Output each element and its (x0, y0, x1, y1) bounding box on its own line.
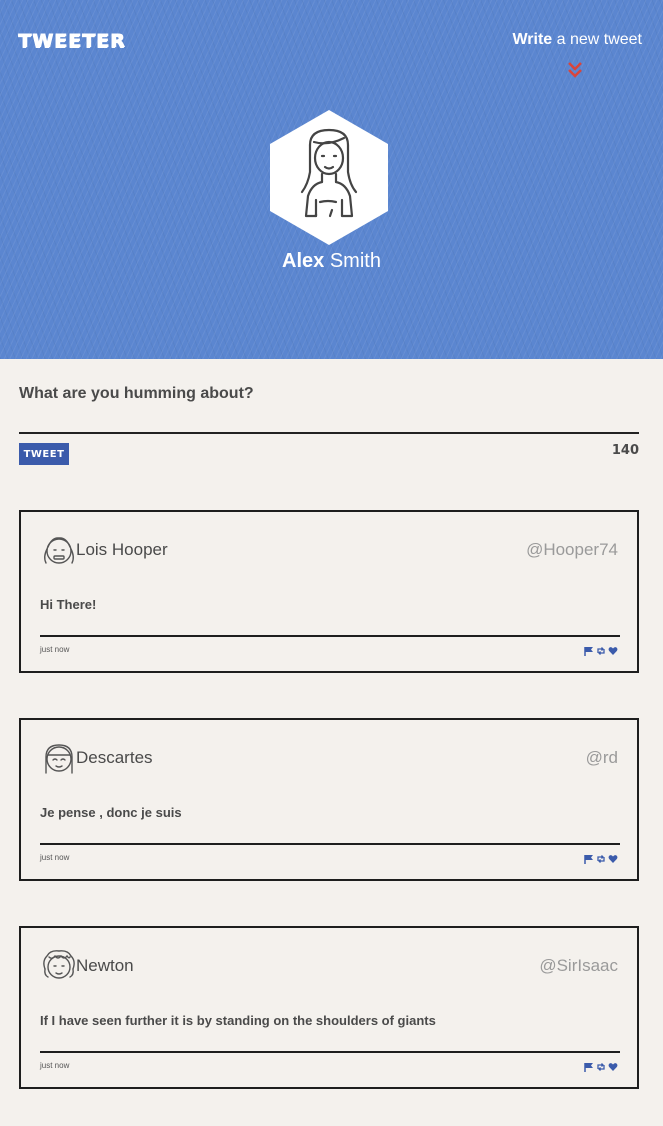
tweet-divider (40, 843, 620, 845)
tweet-actions (584, 851, 618, 864)
flag-icon[interactable] (584, 643, 594, 656)
tweet-actions (584, 1059, 618, 1072)
heart-icon[interactable] (608, 1059, 618, 1071)
retweet-icon[interactable] (596, 1059, 606, 1071)
user-avatar (45, 744, 73, 774)
tweet-timestamp: just now (40, 853, 70, 862)
write-link-bold: Write (512, 31, 553, 48)
tweet-divider (40, 635, 620, 637)
heart-icon[interactable] (608, 851, 618, 863)
tweet-card: Lois Hooper @Hooper74 Hi There! just now (19, 510, 639, 673)
tweet-user-name[interactable]: Lois Hooper (76, 540, 168, 560)
tweet-user-name[interactable]: Newton (76, 956, 134, 976)
retweet-icon[interactable] (596, 643, 606, 655)
app-logo[interactable]: TWEETER (18, 30, 125, 52)
tweet-text: Hi There! (40, 597, 97, 612)
tweet-button[interactable]: TWEET (19, 443, 69, 465)
tweet-card: Newton @SirIsaac If I have seen further … (19, 926, 639, 1089)
write-new-tweet-link[interactable]: Write a new tweet (512, 31, 642, 49)
tweet-user-handle[interactable]: @Hooper74 (526, 540, 618, 560)
user-avatar (44, 537, 74, 564)
char-count: 140 (611, 443, 639, 458)
profile-avatar (270, 110, 388, 245)
flag-icon[interactable] (584, 1059, 594, 1072)
tweet-text: If I have seen further it is by standing… (40, 1013, 436, 1028)
tweet-timestamp: just now (40, 1061, 70, 1070)
tweet-timestamp: just now (40, 645, 70, 654)
tweet-actions (584, 643, 618, 656)
tweet-user-handle[interactable]: @SirIsaac (539, 956, 618, 976)
profile-first-name: Alex (282, 250, 325, 272)
profile-name: Alex Smith (0, 250, 663, 273)
tweet-user-handle[interactable]: @rd (586, 748, 618, 768)
compose-underline (19, 432, 639, 434)
tweet-card: Descartes @rd Je pense , donc je suis ju… (19, 718, 639, 881)
flag-icon[interactable] (584, 851, 594, 864)
profile-header: TWEETER Write a new tweet Alex Smith (0, 0, 663, 359)
heart-icon[interactable] (608, 643, 618, 655)
compose-input[interactable]: What are you humming about? (19, 385, 254, 403)
double-chevron-down-icon[interactable] (567, 61, 583, 79)
retweet-icon[interactable] (596, 851, 606, 863)
write-link-rest: a new tweet (552, 31, 642, 48)
tweet-text: Je pense , donc je suis (40, 805, 182, 820)
tweet-user-name[interactable]: Descartes (76, 748, 153, 768)
tweet-divider (40, 1051, 620, 1053)
profile-last-name: Smith (324, 250, 381, 272)
user-avatar (43, 950, 75, 979)
